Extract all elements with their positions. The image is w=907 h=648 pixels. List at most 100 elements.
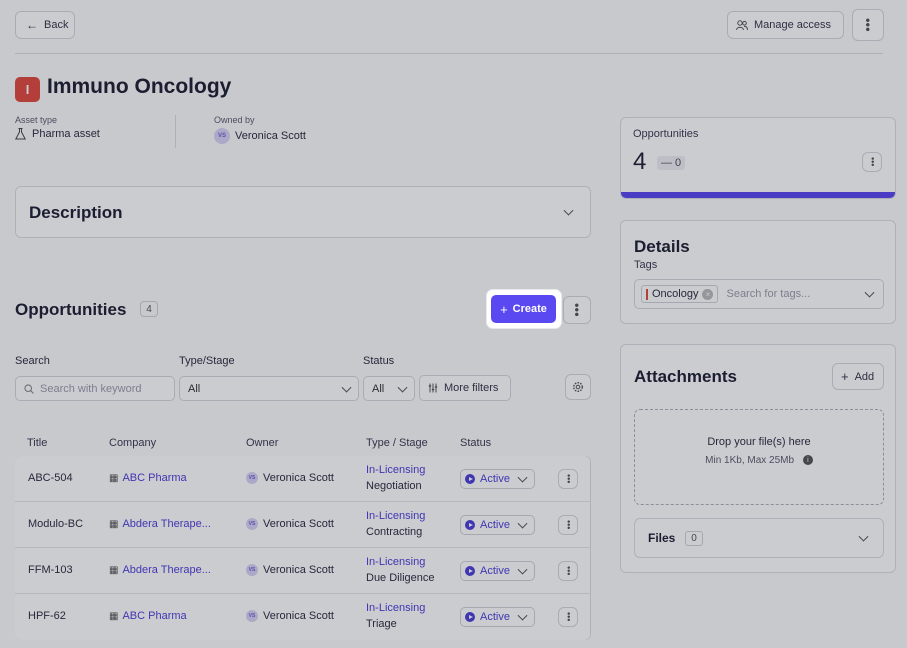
- owner[interactable]: VS Veronica Scott: [214, 128, 306, 144]
- row-type: In-Licensing: [366, 464, 426, 476]
- more-vertical-icon: •••: [563, 566, 574, 576]
- gear-icon: [572, 381, 584, 393]
- play-icon: [465, 520, 475, 530]
- status-dropdown[interactable]: Active: [460, 607, 535, 627]
- search-input[interactable]: Search with keyword: [15, 376, 175, 401]
- add-attachment-button[interactable]: + Add: [832, 363, 884, 390]
- chevron-down-icon: [517, 518, 528, 529]
- more-vertical-icon: •••: [563, 612, 574, 622]
- summary-more-button[interactable]: •••: [862, 152, 882, 172]
- manage-access-button[interactable]: Manage access: [727, 11, 844, 39]
- type-stage-select[interactable]: All: [179, 376, 359, 401]
- more-vertical-icon: •••: [563, 474, 574, 484]
- opportunities-count: 4: [140, 301, 158, 317]
- dropzone-title: Drop your file(s) here: [707, 436, 811, 448]
- asset-type: Pharma asset: [15, 128, 100, 140]
- row-owner: VS Veronica Scott: [246, 518, 334, 531]
- opportunities-title: Opportunities: [15, 300, 127, 319]
- table-settings-button[interactable]: [565, 374, 591, 400]
- column-header-title[interactable]: Title: [27, 437, 47, 449]
- column-header-status[interactable]: Status: [460, 437, 491, 449]
- summary-progress-bar: [621, 192, 895, 198]
- row-stage: Negotiation: [366, 480, 422, 492]
- page-title: Immuno Oncology: [47, 75, 232, 98]
- tag-color-marker: [646, 288, 648, 300]
- create-opportunity-button[interactable]: + Create: [491, 295, 556, 323]
- row-more-button[interactable]: •••: [558, 561, 578, 581]
- building-icon: ▦: [109, 611, 119, 622]
- row-company-link[interactable]: ▦ ABC Pharma: [109, 472, 187, 484]
- page-more-button[interactable]: •••: [852, 9, 884, 41]
- row-more-button[interactable]: •••: [558, 607, 578, 627]
- row-title: ABC-504: [28, 472, 73, 484]
- play-icon: [465, 612, 475, 622]
- info-icon[interactable]: i: [802, 455, 813, 466]
- row-title: FFM-103: [28, 564, 73, 576]
- plus-icon: +: [841, 369, 849, 384]
- arrow-left-icon: ←: [26, 18, 38, 32]
- file-dropzone[interactable]: Drop your file(s) here Min 1Kb, Max 25Mb…: [634, 409, 884, 505]
- play-icon: [465, 566, 475, 576]
- flask-icon: [15, 128, 26, 140]
- column-header-owner[interactable]: Owner: [246, 437, 278, 449]
- table-row[interactable]: ABC-504 ▦ ABC Pharma VS Veronica Scott In-…: [15, 456, 590, 502]
- row-title: Modulo-BC: [28, 518, 84, 530]
- row-type: In-Licensing: [366, 602, 426, 614]
- avatar: VS: [214, 128, 230, 144]
- chevron-down-icon: [517, 564, 528, 575]
- plus-icon: +: [500, 301, 508, 317]
- status-dropdown[interactable]: Active: [460, 515, 535, 535]
- row-company-link[interactable]: ▦ Abdera Therape...: [109, 518, 211, 530]
- description-title: Description: [29, 203, 123, 222]
- search-icon: [24, 383, 34, 394]
- files-label: Files: [648, 531, 676, 545]
- attachments-title: Attachments: [634, 367, 737, 386]
- column-header-company[interactable]: Company: [109, 437, 156, 449]
- status-select[interactable]: All: [363, 376, 415, 401]
- search-label: Search: [15, 355, 50, 367]
- row-more-button[interactable]: •••: [558, 469, 578, 489]
- asset-badge: I: [15, 77, 40, 102]
- back-button[interactable]: ← Back: [15, 11, 75, 39]
- row-owner: VS Veronica Scott: [246, 472, 334, 485]
- summary-change: — 0: [657, 156, 686, 170]
- building-icon: ▦: [109, 473, 119, 484]
- building-icon: ▦: [109, 565, 119, 576]
- more-filters-button[interactable]: More filters: [419, 375, 511, 401]
- sliders-icon: [428, 383, 438, 393]
- row-owner: VS Veronica Scott: [246, 564, 334, 577]
- row-more-button[interactable]: •••: [558, 515, 578, 535]
- description-section[interactable]: Description: [15, 186, 591, 238]
- avatar: VS: [246, 564, 258, 577]
- building-icon: ▦: [109, 519, 119, 530]
- table-row[interactable]: Modulo-BC ▦ Abdera Therape... VS Veronica …: [15, 502, 590, 548]
- details-card: Details Tags Oncology × Search for tags.…: [620, 220, 896, 324]
- row-stage: Contracting: [366, 526, 423, 538]
- files-section[interactable]: Files 0: [634, 518, 884, 558]
- status-dropdown[interactable]: Active: [460, 561, 535, 581]
- chevron-down-icon: [341, 382, 352, 393]
- play-icon: [465, 474, 475, 484]
- table-row[interactable]: HPF-62 ▦ ABC Pharma VS Veronica Scott In-L…: [15, 594, 590, 640]
- row-type: In-Licensing: [366, 510, 426, 522]
- attachments-card: Attachments + Add Drop your file(s) here…: [620, 344, 896, 573]
- row-stage: Due Diligence: [366, 572, 435, 584]
- column-header-type-stage[interactable]: Type / Stage: [366, 437, 428, 449]
- opportunities-more-button[interactable]: •••: [563, 296, 591, 324]
- close-icon[interactable]: ×: [702, 288, 714, 300]
- type-stage-label: Type/Stage: [179, 355, 235, 367]
- table-row[interactable]: FFM-103 ▦ Abdera Therape... VS Veronica Sc…: [15, 548, 590, 594]
- tag-chip: Oncology ×: [641, 285, 719, 303]
- status-dropdown[interactable]: Active: [460, 469, 535, 489]
- tags-input[interactable]: Oncology × Search for tags...: [634, 279, 884, 309]
- avatar: VS: [246, 610, 258, 623]
- more-vertical-icon: •••: [860, 18, 876, 32]
- owned-by-label: Owned by: [214, 115, 255, 125]
- row-company-link[interactable]: ▦ ABC Pharma: [109, 610, 187, 622]
- row-type: In-Licensing: [366, 556, 426, 568]
- dropzone-hint: Min 1Kb, Max 25Mb i: [635, 455, 883, 466]
- avatar: VS: [246, 518, 258, 531]
- row-owner: VS Veronica Scott: [246, 610, 334, 623]
- details-title: Details: [634, 237, 690, 256]
- row-company-link[interactable]: ▦ Abdera Therape...: [109, 564, 211, 576]
